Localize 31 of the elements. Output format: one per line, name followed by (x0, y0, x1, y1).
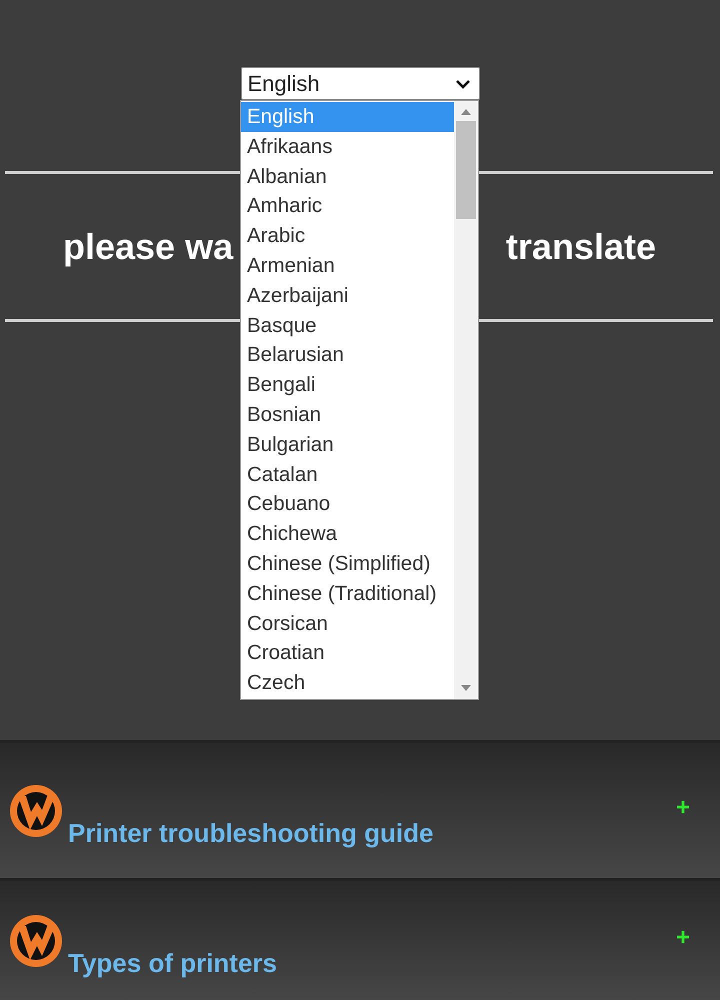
heading-text: please wa (63, 226, 234, 268)
expand-toggle[interactable]: + (676, 924, 690, 952)
dropdown-option[interactable]: Belarusian (241, 340, 454, 370)
scroll-up-icon[interactable] (461, 108, 471, 115)
scrollbar[interactable] (454, 101, 478, 699)
expand-toggle[interactable]: + (676, 794, 690, 822)
dropdown-option[interactable]: Cebuano (241, 489, 454, 520)
section-title-link[interactable]: Printer troubleshooting guide (68, 818, 434, 849)
dropdown-option[interactable]: Azerbaijani (241, 280, 454, 311)
dropdown-option[interactable]: Chinese (Traditional) (241, 578, 454, 609)
dropdown-option[interactable]: Basque (241, 310, 454, 340)
dropdown-option[interactable]: Corsican (241, 608, 454, 638)
dropdown-option[interactable]: Bosnian (241, 400, 454, 430)
scroll-down-icon[interactable] (461, 685, 471, 692)
heading-text: translate (506, 226, 656, 268)
dropdown-option[interactable]: Czech (241, 668, 454, 698)
dropdown-option[interactable]: Amharic (241, 191, 454, 222)
dropdown-option[interactable]: Croatian (241, 638, 454, 668)
chevron-down-icon (454, 78, 470, 90)
dropdown-option[interactable]: Arabic (241, 221, 454, 251)
dropdown-option[interactable]: Chinese (Simplified) (241, 548, 454, 579)
dropdown-option[interactable]: Albanian (241, 162, 454, 192)
language-select[interactable]: English (240, 67, 480, 100)
dropdown-option[interactable]: Catalan (241, 460, 454, 490)
dropdown-option[interactable]: Chichewa (241, 519, 454, 549)
section-title-link[interactable]: Types of printers (68, 948, 278, 979)
dropdown-option[interactable]: Bengali (241, 370, 454, 400)
scrollbar-thumb[interactable] (456, 121, 476, 219)
dropdown-option[interactable]: Bulgarian (241, 430, 454, 460)
dropdown-option[interactable]: Armenian (241, 250, 454, 281)
dropdown-option[interactable]: Afrikaans (241, 132, 454, 162)
